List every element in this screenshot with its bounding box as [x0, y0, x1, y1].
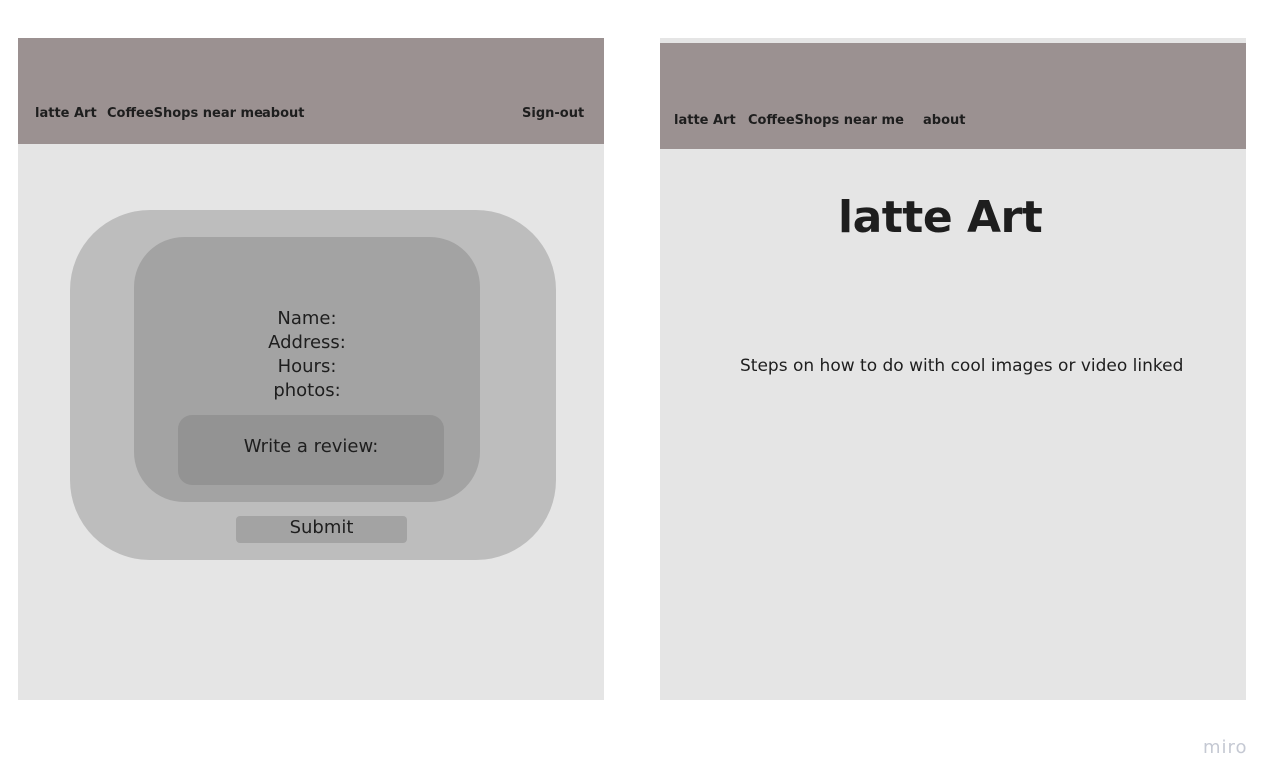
shop-detail-frame: latte Art CoffeeShops near me about Sign…: [18, 38, 604, 700]
review-label: Write a review:: [243, 436, 379, 457]
nav-coffeeshops-link[interactable]: CoffeeShops near me: [107, 106, 263, 121]
top-navbar: latte Art CoffeeShops near me about: [660, 43, 1246, 149]
nav-latte-art-link[interactable]: latte Art: [35, 106, 97, 121]
sign-out-link[interactable]: Sign-out: [522, 106, 584, 121]
nav-about-link[interactable]: about: [923, 113, 965, 128]
address-label: Address:: [268, 332, 346, 353]
latte-art-frame: latte Art CoffeeShops near me about latt…: [660, 38, 1246, 700]
shop-card-outer: Name: Address: Hours: photos: Write a re…: [70, 210, 556, 560]
nav-latte-art-link[interactable]: latte Art: [674, 113, 736, 128]
review-input[interactable]: Write a review:: [178, 415, 444, 485]
submit-button[interactable]: Submit: [236, 516, 407, 543]
miro-watermark: miro: [1203, 737, 1248, 758]
page-title: latte Art: [838, 192, 1043, 243]
shop-info-panel: Name: Address: Hours: photos: Write a re…: [134, 237, 480, 502]
hours-label: Hours:: [277, 356, 337, 377]
nav-coffeeshops-link[interactable]: CoffeeShops near me: [748, 113, 904, 128]
name-label: Name:: [277, 308, 337, 329]
steps-description: Steps on how to do with cool images or v…: [740, 356, 1184, 376]
photos-label: photos:: [273, 380, 341, 401]
nav-about-link[interactable]: about: [262, 106, 304, 121]
top-navbar: latte Art CoffeeShops near me about Sign…: [18, 38, 604, 144]
